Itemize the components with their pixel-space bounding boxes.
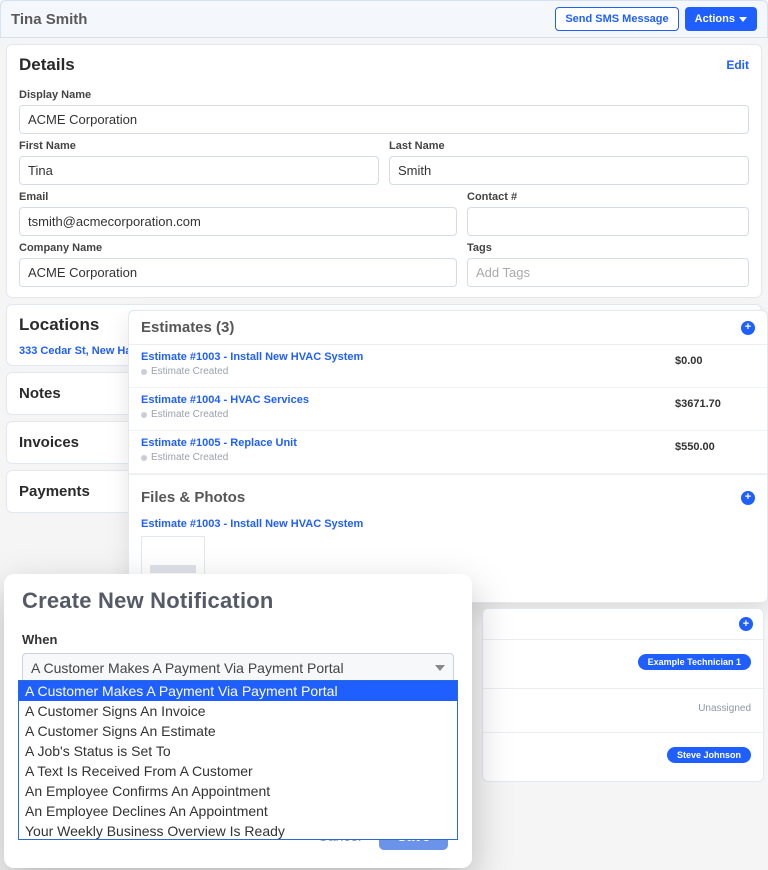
estimates-panel: Estimates (3) + Estimate #1003 - Install… — [128, 310, 768, 603]
dropdown-option[interactable]: An Employee Declines An Appointment — [19, 801, 457, 821]
estimate-amount: $550.00 — [675, 437, 755, 463]
page-header: Tina Smith Send SMS Message Actions — [0, 0, 768, 38]
estimate-link[interactable]: Estimate #1004 - HVAC Services — [141, 394, 309, 406]
tags-input[interactable] — [467, 258, 749, 287]
assignments-panel: + Example Technician 1 Unassigned Steve … — [482, 608, 764, 782]
dropdown-option[interactable]: A Text Is Received From A Customer — [19, 761, 457, 781]
dropdown-option[interactable]: Your Weekly Business Overview Is Ready — [19, 821, 457, 840]
label-company: Company Name — [19, 242, 457, 254]
estimate-status: Estimate Created — [141, 366, 363, 377]
actions-label: Actions — [695, 13, 735, 25]
estimate-row[interactable]: Estimate #1003 - Install New HVAC System… — [129, 345, 767, 388]
dropdown-option[interactable]: A Customer Signs An Estimate — [19, 721, 457, 741]
first-name-input[interactable] — [19, 156, 379, 185]
details-title: Details — [19, 55, 75, 75]
chevron-down-icon — [435, 665, 445, 671]
label-email: Email — [19, 191, 457, 203]
when-dropdown: A Customer Makes A Payment Via Payment P… — [18, 680, 458, 840]
technician-badge[interactable]: Example Technician 1 — [638, 654, 751, 670]
label-contact: Contact # — [467, 191, 749, 203]
estimate-status: Estimate Created — [141, 409, 309, 420]
add-assignment-icon[interactable]: + — [739, 617, 753, 631]
when-select[interactable]: A Customer Makes A Payment Via Payment P… — [22, 653, 454, 683]
estimate-row[interactable]: Estimate #1005 - Replace Unit Estimate C… — [129, 431, 767, 474]
estimate-status: Estimate Created — [141, 452, 297, 463]
estimate-link[interactable]: Estimate #1003 - Install New HVAC System — [141, 351, 363, 363]
status-dot-icon — [141, 455, 147, 461]
estimate-amount: $3671.70 — [675, 394, 755, 420]
dropdown-option[interactable]: A Job's Status is Set To — [19, 741, 457, 761]
assignment-row: Steve Johnson — [483, 732, 763, 781]
estimates-title: Estimates (3) — [141, 319, 234, 336]
when-label: When — [22, 632, 454, 647]
actions-button[interactable]: Actions — [685, 7, 757, 31]
display-name-input[interactable] — [19, 105, 749, 134]
label-last-name: Last Name — [389, 140, 749, 152]
status-dot-icon — [141, 412, 147, 418]
details-card: Details Edit Display Name First Name Las… — [6, 44, 762, 298]
assignment-row: Unassigned — [483, 688, 763, 732]
files-title: Files & Photos — [141, 489, 245, 506]
technician-unassigned: Unassigned — [698, 703, 751, 714]
estimate-amount: $0.00 — [675, 351, 755, 377]
tab-notes[interactable]: Notes — [6, 372, 134, 415]
chevron-down-icon — [739, 17, 747, 22]
page-title: Tina Smith — [11, 11, 87, 28]
when-selected-value: A Customer Makes A Payment Via Payment P… — [31, 660, 344, 676]
estimate-row[interactable]: Estimate #1004 - HVAC Services Estimate … — [129, 388, 767, 431]
dropdown-option[interactable]: An Employee Confirms An Appointment — [19, 781, 457, 801]
status-dot-icon — [141, 369, 147, 375]
modal-title: Create New Notification — [22, 588, 454, 614]
company-input[interactable] — [19, 258, 457, 287]
assignment-row: Example Technician 1 — [483, 639, 763, 688]
dropdown-option[interactable]: A Customer Signs An Invoice — [19, 701, 457, 721]
last-name-input[interactable] — [389, 156, 749, 185]
estimate-link[interactable]: Estimate #1005 - Replace Unit — [141, 437, 297, 449]
edit-link[interactable]: Edit — [726, 58, 749, 72]
header-actions: Send SMS Message Actions — [555, 7, 757, 31]
contact-input[interactable] — [467, 207, 749, 236]
add-file-icon[interactable]: + — [741, 491, 755, 505]
create-notification-modal: Create New Notification When A Customer … — [4, 574, 472, 868]
dropdown-option[interactable]: A Customer Makes A Payment Via Payment P… — [19, 681, 457, 701]
technician-badge[interactable]: Steve Johnson — [667, 747, 751, 763]
file-link[interactable]: Estimate #1003 - Install New HVAC System — [141, 518, 755, 530]
label-tags: Tags — [467, 242, 749, 254]
add-estimate-icon[interactable]: + — [741, 321, 755, 335]
label-first-name: First Name — [19, 140, 379, 152]
locations-title: Locations — [19, 315, 99, 335]
email-input[interactable] — [19, 207, 457, 236]
label-display-name: Display Name — [19, 89, 749, 101]
send-sms-button[interactable]: Send SMS Message — [555, 7, 678, 31]
tab-payments[interactable]: Payments — [6, 470, 134, 513]
tab-invoices[interactable]: Invoices — [6, 421, 134, 464]
